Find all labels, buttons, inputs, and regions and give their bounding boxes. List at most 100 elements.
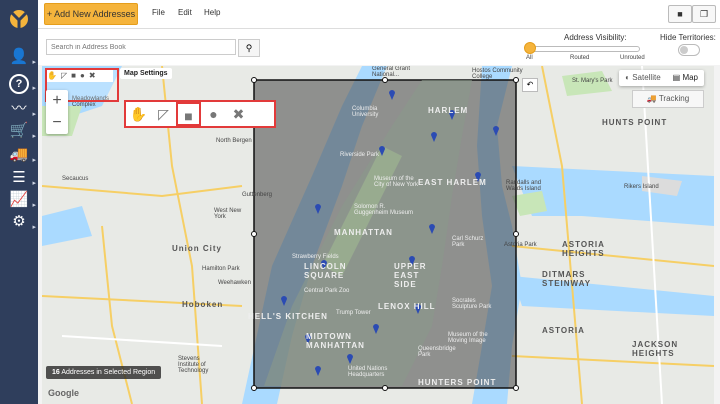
address-visibility-label: Address Visibility: xyxy=(564,33,627,42)
rectangle-tool-icon[interactable]: ■ xyxy=(176,102,201,126)
map-label: Socrates Sculpture Park xyxy=(452,298,492,310)
search-input[interactable] xyxy=(46,39,236,55)
undo-icon[interactable]: ↶ xyxy=(522,78,538,92)
map-label: ASTORIA HEIGHTS xyxy=(562,240,605,258)
map-label: Strawberry Fields xyxy=(292,254,339,260)
map-label: St. Mary's Park xyxy=(572,78,613,84)
map-label: Hamilton Park xyxy=(202,266,240,272)
help-icon[interactable]: ? ▸ xyxy=(8,72,36,94)
visibility-slider[interactable] xyxy=(530,46,640,52)
map-label: UPPER EAST SIDE xyxy=(394,262,427,289)
map-icon: ▤ xyxy=(672,73,683,82)
map-label: Museum of the Moving Image xyxy=(448,332,488,344)
map-label: General Grant National... xyxy=(372,66,411,78)
map-label: Astoria Park xyxy=(504,242,537,248)
address-pin[interactable] xyxy=(372,322,380,334)
circle-tool-icon[interactable]: ● xyxy=(201,102,226,126)
map-label: EAST HARLEM xyxy=(418,178,487,187)
map-label: Union City xyxy=(172,244,222,253)
map-label: JACKSON HEIGHTS xyxy=(632,340,679,358)
tracking-button[interactable]: 🚚 Tracking xyxy=(632,90,704,108)
satellite-button[interactable]: ◐ Satellite xyxy=(619,70,667,86)
map-label: Hostos Community College xyxy=(472,68,523,80)
visibility-option-unrouted: Unrouted xyxy=(620,55,645,61)
address-pin[interactable] xyxy=(314,202,322,214)
clear-tool-icon[interactable]: ✖ xyxy=(89,71,96,80)
collapse-icon[interactable]: ❐ xyxy=(692,5,716,23)
address-pin[interactable] xyxy=(314,364,322,376)
map-label: West New York xyxy=(214,208,242,220)
cart-icon[interactable]: 🛒 ▸ xyxy=(8,120,36,142)
address-pin[interactable] xyxy=(346,352,354,364)
menu-help[interactable]: Help xyxy=(204,8,220,17)
map-label: HUNTERS POINT xyxy=(418,378,497,387)
circle-tool-icon[interactable]: ● xyxy=(80,71,85,80)
polygon-tool-icon[interactable]: ◸ xyxy=(151,102,176,126)
map-button[interactable]: ▤ Map xyxy=(667,70,704,86)
clear-tool-icon[interactable]: ✖ xyxy=(226,102,251,126)
map-label: Randalls and Wards Island xyxy=(506,180,542,192)
map-label: MANHATTAN xyxy=(334,228,393,237)
map-label: Solomon R. Guggenheim Museum xyxy=(354,204,414,216)
routes-icon[interactable]: 〰 ▸ xyxy=(8,98,36,120)
top-menu-bar: + Add New Addresses File Edit Help ■ ❐ xyxy=(38,0,720,29)
address-pin[interactable] xyxy=(378,144,386,156)
hand-tool-icon[interactable]: ✋ xyxy=(47,71,57,80)
user-gear-icon[interactable]: ⚙ ▸ xyxy=(8,211,36,233)
truck-icon: 🚚 xyxy=(646,94,659,103)
selected-region-count: 16 Addresses in Selected Region xyxy=(46,366,162,379)
map-canvas[interactable]: Columbia University HARLEM Riverside Par… xyxy=(42,66,714,404)
zoom-out-button[interactable]: − xyxy=(46,112,68,134)
list-icon[interactable]: ☰ ▸ xyxy=(8,167,36,189)
map-label: Riverside Park xyxy=(340,152,380,158)
map-label: MIDTOWN MANHATTAN xyxy=(306,332,365,350)
map-label: United Nations Headquarters xyxy=(348,366,388,378)
menu-edit[interactable]: Edit xyxy=(178,8,192,17)
truck-icon[interactable]: 🚚 ▸ xyxy=(8,144,36,166)
menu-file[interactable]: File xyxy=(152,8,165,17)
address-pin[interactable] xyxy=(388,88,396,100)
rectangle-tool-icon[interactable]: ■ xyxy=(71,71,76,80)
address-pin[interactable] xyxy=(428,222,436,234)
visibility-slider-handle[interactable] xyxy=(524,42,536,54)
map-label: Hoboken xyxy=(182,300,224,309)
address-pin[interactable] xyxy=(492,124,500,136)
zoom-control: + − xyxy=(46,90,68,134)
map-label: Guttenberg xyxy=(242,192,273,198)
video-icon[interactable]: ■ xyxy=(668,5,692,23)
google-logo: Google xyxy=(48,388,79,398)
address-toolbar: ⚲ Address Visibility: All Routed Unroute… xyxy=(38,29,720,65)
map-label: DITMARS STEINWAY xyxy=(542,270,592,288)
address-pin[interactable] xyxy=(280,294,288,306)
hand-tool-icon[interactable]: ✋ xyxy=(126,102,151,126)
visibility-option-all: All xyxy=(526,55,533,61)
map-label: Trump Tower xyxy=(336,310,371,316)
map-label: HARLEM xyxy=(428,106,469,115)
add-new-addresses-button[interactable]: + Add New Addresses xyxy=(44,3,138,25)
logo-icon[interactable] xyxy=(6,6,32,32)
chart-icon[interactable]: 📈 ▸ xyxy=(8,189,36,211)
map-settings-button[interactable]: Map Settings xyxy=(120,68,172,79)
map-label: HUNTS POINT xyxy=(602,118,668,127)
zoom-in-button[interactable]: + xyxy=(46,90,68,112)
sidebar: 👤 ▸ ? ▸ 〰 ▸ 🛒 ▸ 🚚 ▸ ☰ ▸ 📈 ▸ ⚙ ▸ xyxy=(0,0,38,404)
map-label: LINCOLN SQUARE xyxy=(304,262,347,280)
map-type-control: ◐ Satellite ▤ Map xyxy=(619,70,704,86)
map-label: North Bergen xyxy=(216,138,252,144)
map-label: ASTORIA xyxy=(542,326,585,335)
map-label: Stevens Institute of Technology xyxy=(178,356,209,374)
user-pin-icon[interactable]: 👤 ▸ xyxy=(8,46,36,68)
polygon-tool-icon[interactable]: ◸ xyxy=(61,71,67,80)
map-label: Weehawken xyxy=(218,280,251,286)
search-icon[interactable]: ⚲ xyxy=(238,39,260,57)
drawing-tools-zoomed: ✋ ◸ ■ ● ✖ xyxy=(124,100,276,128)
map-label: Queensbridge Park xyxy=(418,346,456,358)
map-label: Secaucus xyxy=(62,176,89,182)
visibility-option-routed: Routed xyxy=(570,55,590,61)
map-label: Museum of the City of New York xyxy=(374,176,419,188)
map-label: Columbia University xyxy=(352,106,379,118)
map-label: HELL'S KITCHEN xyxy=(248,312,328,321)
address-pin[interactable] xyxy=(430,130,438,142)
hide-territories-toggle[interactable] xyxy=(678,44,700,56)
map-label: Central Park Zoo xyxy=(304,288,350,294)
